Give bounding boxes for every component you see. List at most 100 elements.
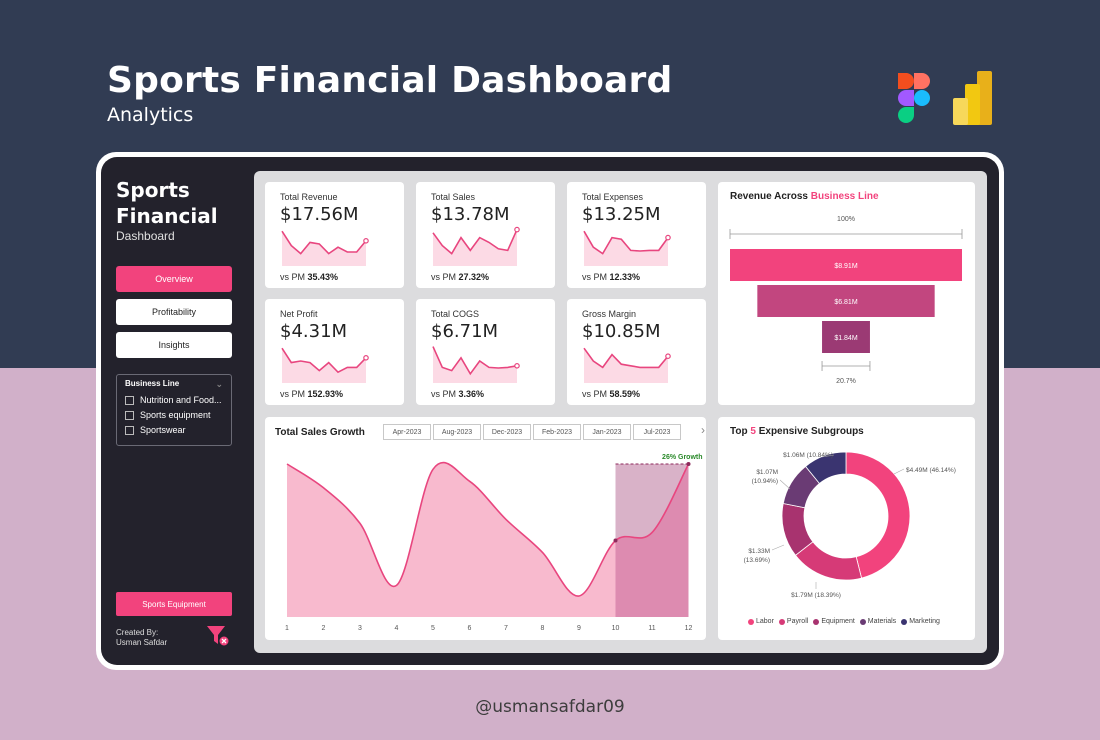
funnel-bar-label: $1.84M — [834, 335, 858, 342]
sidebar-title-line2: Financial — [116, 204, 218, 228]
x-tick-label: 6 — [468, 625, 472, 632]
x-tick-label: 3 — [358, 625, 362, 632]
kpi-label: Total Expenses — [582, 192, 644, 202]
kpi-vs-pm: vs PM 3.36% — [431, 389, 484, 399]
kpi-vs-label: vs PM — [431, 389, 457, 399]
kpi-vs-label: vs PM — [280, 389, 306, 399]
kpi-vs-value: 152.93% — [307, 389, 344, 399]
kpi-label: Total Sales — [431, 192, 476, 202]
kpi-vs-label: vs PM — [280, 272, 306, 282]
x-tick-label: 9 — [577, 625, 581, 632]
dashboard: Sports Financial Dashboard Overview Prof… — [101, 157, 999, 665]
sidebar-subtitle: Dashboard — [116, 229, 175, 243]
legend-swatch — [901, 618, 908, 625]
x-tick-label: 12 — [685, 625, 693, 632]
sales-growth-card: Total Sales Growth Apr-2023 Aug-2023 Dec… — [265, 417, 706, 640]
kpi-vs-label: vs PM — [582, 272, 608, 282]
kpi-sparkline — [281, 230, 369, 266]
x-tick-label: 11 — [648, 625, 655, 632]
legend-swatch — [859, 618, 866, 625]
donut-data-label: $1.07M — [756, 469, 778, 476]
slicer-option-label: Sports equipment — [140, 410, 211, 420]
kpi-vs-value: 27.32% — [458, 272, 490, 282]
legend-label: Payroll — [786, 618, 809, 625]
x-tick-label: 10 — [612, 625, 620, 632]
kpi-vs-value: 3.36% — [458, 389, 485, 399]
leader-line — [893, 468, 905, 475]
x-tick-label: 8 — [541, 625, 545, 632]
funnel-bar-label: $8.91M — [834, 263, 858, 270]
kpi-vs-pm: vs PM 58.59% — [582, 389, 640, 399]
kpi-vs-pm: vs PM 35.43% — [280, 272, 338, 282]
sparkline-end-point — [363, 354, 369, 361]
sports-equipment-filter-button[interactable]: Sports Equipment — [116, 592, 232, 616]
highlight-start-point — [613, 538, 618, 543]
x-tick-label: 7 — [504, 625, 508, 632]
donut-data-label: $1.33M — [748, 548, 770, 555]
kpi-vs-pm: vs PM 12.33% — [582, 272, 640, 282]
slicer-option-label: Nutrition and Food... — [140, 395, 222, 405]
slicer-option-label: Sportswear — [140, 425, 186, 435]
legend-swatch — [813, 618, 820, 625]
donut-data-label: $1.79M (18.39%) — [791, 592, 841, 599]
checkbox[interactable] — [125, 425, 134, 435]
donut-data-label: $1.06M (10.84%) — [783, 452, 833, 459]
nav-profitability-button[interactable]: Profitability — [116, 299, 232, 325]
kpi-label: Net Profit — [280, 309, 318, 319]
sparkline-end-point — [665, 234, 671, 241]
kpi-card-gross-margin[interactable]: Gross Margin $10.85M vs PM 58.59% — [567, 299, 706, 405]
kpi-label: Total COGS — [431, 309, 480, 319]
kpi-value: $10.85M — [582, 321, 661, 342]
slicer-option[interactable]: Sports equipment — [125, 410, 223, 420]
page-subtitle: Analytics — [107, 104, 194, 126]
nav-overview-button[interactable]: Overview — [116, 266, 232, 292]
donut-legend: Labor Payroll Equipment Materials Market… — [748, 618, 940, 625]
funnel-bar-label: $6.81M — [834, 299, 858, 306]
slicer-option[interactable]: Sportswear — [125, 425, 223, 435]
funnel-clear-icon[interactable] — [206, 625, 230, 647]
kpi-sparkline — [432, 346, 520, 383]
sales-growth-chart: 26% Growth1 2 3 4 5 6 7 8 9 10 11 12 — [285, 454, 702, 632]
kpi-card-total-sales[interactable]: Total Sales $13.78M vs PM 27.32% — [416, 182, 555, 288]
slicer-option[interactable]: Nutrition and Food... — [125, 395, 223, 405]
kpi-vs-label: vs PM — [431, 272, 457, 282]
kpi-card-total-cogs[interactable]: Total COGS $6.71M vs PM 3.36% — [416, 299, 555, 405]
kpi-value: $13.25M — [582, 204, 661, 225]
legend-item: Equipment — [813, 618, 855, 625]
checkbox[interactable] — [125, 395, 134, 405]
checkbox[interactable] — [125, 410, 134, 420]
figma-logo-icon — [898, 73, 930, 123]
kpi-card-total-expenses[interactable]: Total Expenses $13.25M vs PM 12.33% — [567, 182, 706, 288]
funnel-chart: $8.91M $6.81M $1.84M — [729, 229, 963, 371]
legend-label: Equipment — [821, 618, 855, 625]
growth-annotation: 26% Growth — [662, 454, 702, 461]
kpi-vs-label: vs PM — [582, 389, 608, 399]
page-title: Sports Financial Dashboard — [107, 60, 673, 101]
kpi-value: $6.71M — [431, 321, 499, 342]
x-tick-label: 4 — [395, 625, 399, 632]
kpi-card-net-profit[interactable]: Net Profit $4.31M vs PM 152.93% — [265, 299, 404, 405]
kpi-vs-value: 58.59% — [609, 389, 641, 399]
x-tick-label: 5 — [431, 625, 435, 632]
donut-data-label: (13.69%) — [744, 557, 770, 564]
x-tick-label: 1 — [285, 625, 289, 632]
chevron-down-icon[interactable]: ⌄ — [215, 379, 223, 390]
power-bi-logo-icon — [953, 71, 992, 125]
legend-swatch — [748, 618, 754, 625]
kpi-value: $4.31M — [280, 321, 348, 342]
nav-insights-button[interactable]: Insights — [116, 332, 232, 358]
created-by-label: Created By: — [116, 628, 159, 637]
legend-item: Labor — [748, 618, 774, 625]
donut-data-label: (10.94%) — [752, 478, 778, 485]
revenue-business-line-card: Revenue Across Business Line 100% 20.7% … — [718, 182, 975, 405]
legend-label: Marketing — [909, 618, 940, 625]
kpi-vs-pm: vs PM 152.93% — [280, 389, 343, 399]
legend-item: Payroll — [778, 618, 809, 625]
legend-label: Materials — [867, 618, 897, 625]
kpi-card-total-revenue[interactable]: Total Revenue $17.56M vs PM 35.43% — [265, 182, 404, 288]
slicer-header[interactable]: Business Line ⌄ — [125, 379, 223, 390]
sparkline-end-point — [514, 362, 520, 369]
kpi-value: $17.56M — [280, 204, 359, 225]
sparkline-end-point — [363, 237, 369, 244]
kpi-sparkline — [432, 226, 520, 266]
